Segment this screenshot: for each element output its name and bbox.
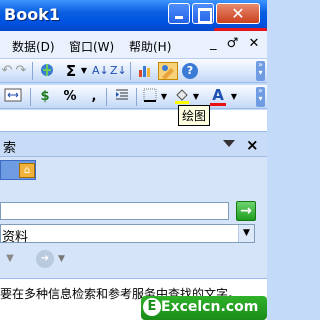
menu-bar: 数据(D) 窗口(W) 帮助(H) _ ♂ ✕: [0, 31, 267, 59]
chevron-down-icon[interactable]: ▼: [80, 62, 88, 80]
logo-text: Excelcn.com: [161, 299, 259, 315]
task-pane-title: 索: [3, 141, 17, 156]
forward-icon[interactable]: ➜: [36, 250, 54, 268]
font-color-icon[interactable]: A: [210, 88, 226, 106]
reference-scope-select[interactable]: 资料 ▼: [0, 224, 255, 245]
borders-icon[interactable]: [142, 88, 158, 106]
title-bar: Book1 ✕: [0, 0, 267, 31]
maximize-button[interactable]: [192, 3, 214, 24]
formatting-toolbar: $ % , ▼ ▼ A ▼ » ▾: [0, 85, 267, 109]
task-pane-header: 索 ×: [0, 133, 267, 157]
toolbar-separator: [136, 88, 137, 106]
back-dropdown-icon[interactable]: ▼: [0, 249, 20, 269]
minimize-button[interactable]: [168, 3, 190, 24]
chevron-down-icon[interactable]: ▼: [160, 88, 168, 106]
percent-icon[interactable]: %: [62, 88, 78, 106]
autosum-icon[interactable]: Σ: [64, 62, 78, 80]
reference-scope-value: 资料: [2, 230, 29, 245]
chevron-down-icon[interactable]: ▼: [58, 249, 70, 269]
toolbar-separator: [130, 62, 131, 80]
toolbar-options-chevron-icon[interactable]: » ▾: [256, 87, 265, 107]
chevron-down-icon[interactable]: ▼: [230, 88, 238, 106]
workbook-close-button[interactable]: ✕: [248, 36, 259, 51]
formula-bar-area: [0, 110, 267, 132]
menu-window[interactable]: 窗口(W): [69, 38, 114, 55]
workbook-minimize-button[interactable]: _: [210, 36, 217, 51]
close-button[interactable]: ✕: [216, 3, 260, 24]
indent-icon[interactable]: [114, 88, 130, 106]
search-input[interactable]: [0, 202, 229, 220]
comma-style-icon[interactable]: ,: [88, 88, 100, 106]
chevron-down-icon[interactable]: ▼: [238, 225, 254, 242]
workbook-controls: _ ♂ ✕: [204, 36, 259, 51]
site-watermark-logo: E Excelcn.com: [141, 296, 267, 320]
sort-descending-icon[interactable]: Z↓: [110, 62, 127, 80]
toolbar-options-chevron-icon[interactable]: » ▾: [256, 61, 265, 81]
standard-toolbar: ↶ ↷ Σ ▼ A↓ Z↓ ? » ▾: [0, 59, 267, 83]
redo-icon[interactable]: ↷: [14, 62, 28, 80]
menu-help[interactable]: 帮助(H): [129, 38, 171, 55]
toolbar-separator: [32, 62, 33, 80]
drawing-tooltip: 绘图: [178, 105, 211, 126]
toolbar-separator: [30, 88, 31, 106]
history-nav: ▼ ➜ ▼: [0, 249, 90, 269]
workbook-restore-button[interactable]: ♂: [227, 36, 239, 51]
go-button[interactable]: →: [236, 201, 256, 221]
hyperlink-icon[interactable]: [38, 62, 56, 80]
merge-center-icon[interactable]: [2, 88, 24, 106]
task-pane-menu-icon[interactable]: [223, 140, 235, 147]
drawing-icon[interactable]: [158, 62, 178, 80]
fill-color-icon[interactable]: [174, 88, 190, 106]
chart-wizard-icon[interactable]: [136, 62, 154, 80]
undo-icon[interactable]: ↶: [0, 62, 14, 80]
chevron-down-icon[interactable]: ▼: [192, 88, 200, 106]
close-icon: ✕: [231, 4, 245, 23]
task-pane-nav: ⌂: [0, 160, 36, 180]
toolbar-separator: [106, 88, 107, 106]
currency-icon[interactable]: $: [36, 88, 54, 106]
help-icon[interactable]: ?: [182, 63, 198, 79]
menu-data[interactable]: 数据(D): [12, 38, 55, 55]
logo-letter: E: [143, 298, 161, 316]
home-icon[interactable]: ⌂: [19, 163, 35, 178]
window-title: Book1: [4, 5, 60, 24]
sort-ascending-icon[interactable]: A↓: [92, 62, 109, 80]
task-pane-close-icon[interactable]: ×: [246, 136, 259, 154]
